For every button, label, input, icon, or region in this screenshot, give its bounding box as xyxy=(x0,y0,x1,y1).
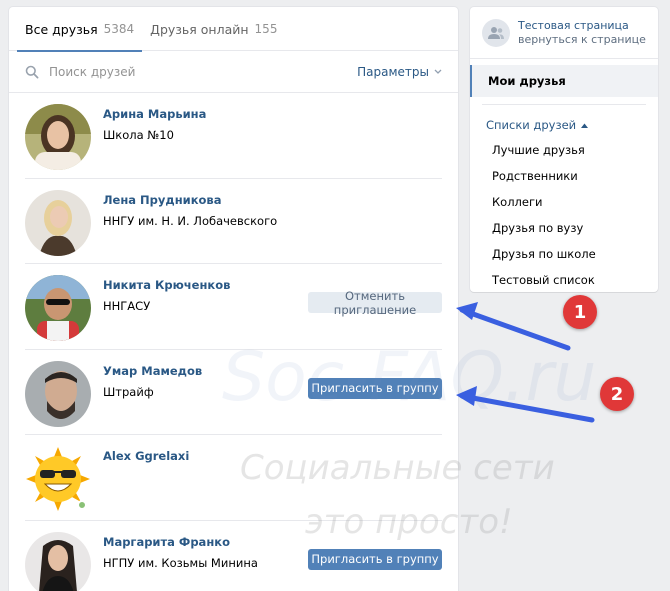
friend-lists-toggle[interactable]: Списки друзей xyxy=(470,113,658,137)
tab-count: 155 xyxy=(254,22,278,36)
back-to-page-link[interactable]: Тестовая страница вернуться к странице xyxy=(470,7,658,59)
page-back-text: вернуться к странице xyxy=(518,33,646,46)
friend-list-item[interactable]: Друзья по вузу xyxy=(470,215,658,241)
search-input[interactable] xyxy=(49,64,358,79)
avatar[interactable] xyxy=(25,531,91,591)
friend-subtitle: Штрайф xyxy=(103,384,154,399)
friend-lists-label: Списки друзей xyxy=(486,118,577,132)
avatar[interactable] xyxy=(25,275,91,341)
list-item: Никита Крюченков ННГАСУ Отменить приглаш… xyxy=(25,264,442,350)
friend-list-item[interactable]: Друзья по школе xyxy=(470,241,658,267)
list-item: Лена Прудникова ННГУ им. Н. И. Лобачевск… xyxy=(25,179,442,264)
friend-name[interactable]: Умар Мамедов xyxy=(103,364,202,378)
group-icon xyxy=(482,19,510,47)
params-label: Параметры xyxy=(357,64,429,79)
friends-list: Арина Марьина Школа №10 Лена Прудникова … xyxy=(9,93,458,591)
tab-label: Друзья онлайн xyxy=(150,21,249,37)
friend-list-item[interactable]: Родственники xyxy=(470,163,658,189)
chevron-up-icon xyxy=(581,123,589,128)
friend-name[interactable]: Alex Ggrelaxi xyxy=(103,449,189,463)
invite-to-group-button[interactable]: Пригласить в группу xyxy=(308,548,442,570)
tab-friends-online[interactable]: Друзья онлайн 155 xyxy=(142,7,285,51)
friend-name[interactable]: Никита Крюченков xyxy=(103,278,230,292)
friend-subtitle: НГПУ им. Козьмы Минина xyxy=(103,555,258,570)
avatar[interactable] xyxy=(25,104,91,170)
list-item: Alex Ggrelaxi xyxy=(25,435,442,521)
friends-tabs: Все друзья 5384 Друзья онлайн 155 xyxy=(9,7,458,52)
invite-to-group-button[interactable]: Пригласить в группу xyxy=(308,377,442,399)
annotation-badge: 2 xyxy=(600,377,634,411)
friend-list-item[interactable]: Тестовый список xyxy=(470,267,658,293)
menu-item-my-friends[interactable]: Мои друзья xyxy=(470,65,658,97)
avatar[interactable] xyxy=(25,189,91,256)
friend-list-item[interactable]: Лучшие друзья xyxy=(470,137,658,163)
tab-all-friends[interactable]: Все друзья 5384 xyxy=(17,7,143,52)
friend-subtitle: Школа №10 xyxy=(103,128,174,142)
arrow-icon xyxy=(456,386,595,423)
friend-name[interactable]: Маргарита Франко xyxy=(103,535,230,549)
chevron-down-icon xyxy=(434,69,442,74)
cancel-invite-button[interactable]: Отменить приглашение xyxy=(308,289,442,317)
tab-label: Все друзья xyxy=(25,21,98,37)
search-icon xyxy=(25,65,39,78)
params-dropdown[interactable]: Параметры xyxy=(357,65,442,79)
tab-count: 5384 xyxy=(103,22,135,36)
side-menu: Тестовая страница вернуться к странице М… xyxy=(470,7,658,292)
avatar[interactable] xyxy=(25,360,91,427)
friend-list-item[interactable]: Коллеги xyxy=(470,189,658,215)
list-item: Арина Марьина Школа №10 xyxy=(25,93,442,179)
divider xyxy=(482,104,646,105)
search-bar: Параметры xyxy=(9,51,458,93)
list-item: Маргарита Франко НГПУ им. Козьмы Минина … xyxy=(25,521,442,591)
online-indicator xyxy=(77,500,87,510)
page-title: Тестовая страница xyxy=(518,19,629,32)
annotation-badge: 1 xyxy=(563,295,597,329)
friends-panel: Все друзья 5384 Друзья онлайн 155 Параме… xyxy=(9,7,458,591)
arrow-icon xyxy=(456,302,571,351)
friend-name[interactable]: Лена Прудникова xyxy=(103,193,221,207)
friend-subtitle: ННГУ им. Н. И. Лобачевского xyxy=(103,213,278,228)
friend-name[interactable]: Арина Марьина xyxy=(103,107,206,121)
friend-subtitle: ННГАСУ xyxy=(103,299,151,313)
list-item: Умар Мамедов Штрайф Пригласить в группу xyxy=(25,350,442,435)
